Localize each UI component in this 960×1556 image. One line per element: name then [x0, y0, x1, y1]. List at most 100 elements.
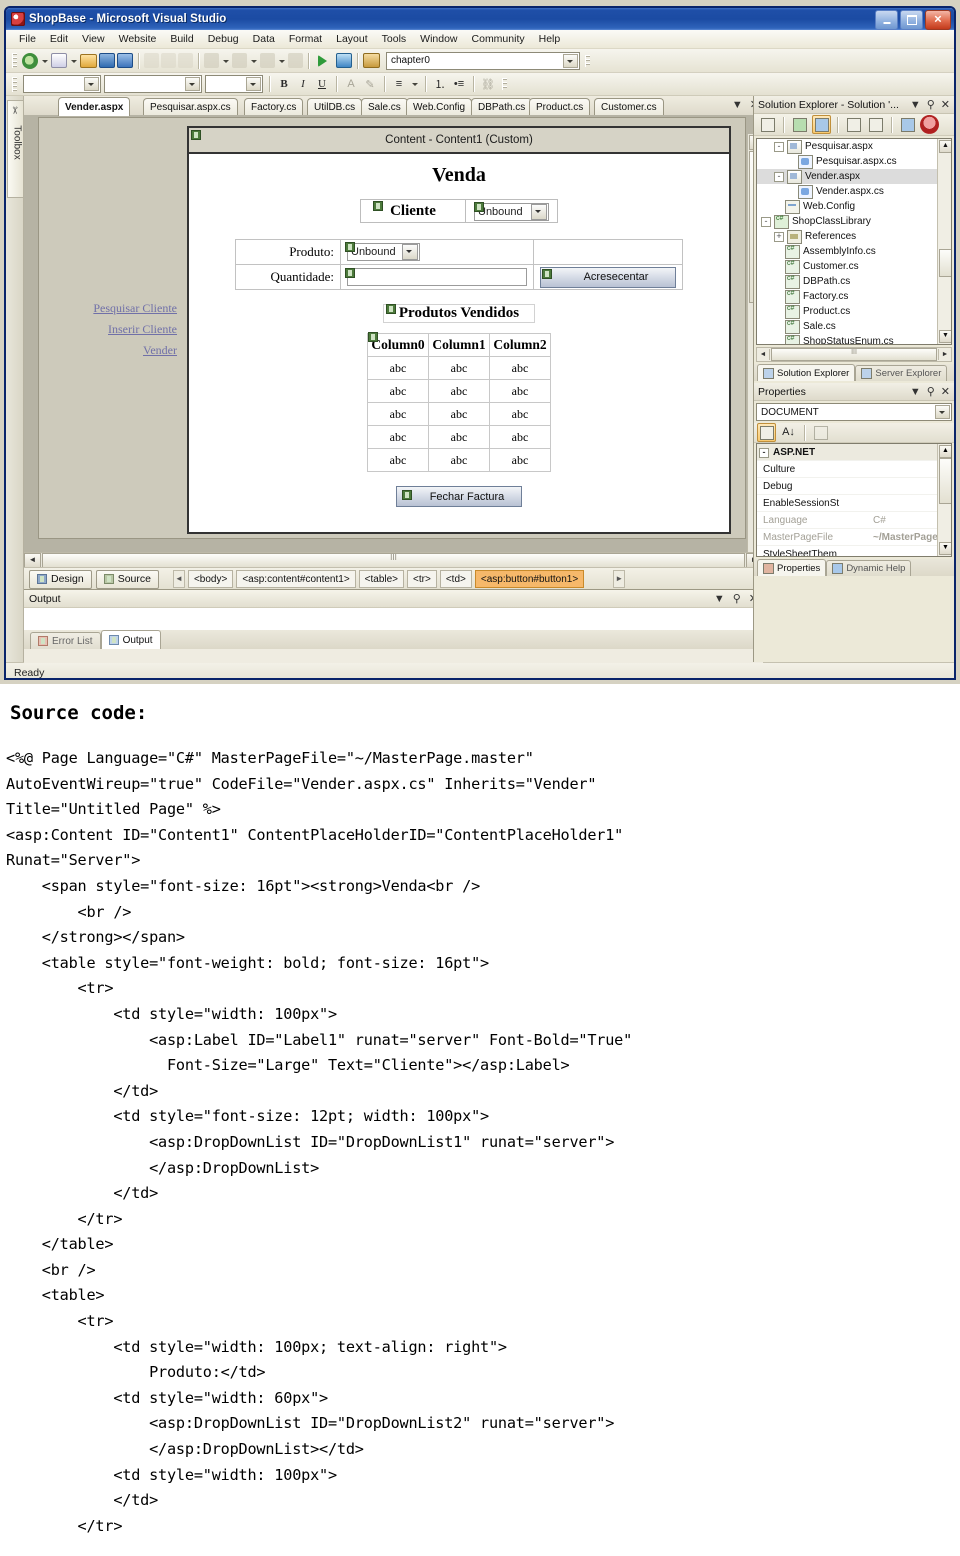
copy-icon[interactable]	[161, 53, 176, 68]
property-row-stylesheetthem[interactable]: StyleSheetThem	[757, 546, 951, 557]
menu-tools[interactable]: Tools	[375, 32, 414, 46]
property-pages-icon[interactable]	[811, 423, 830, 442]
source-view-button[interactable]: Source	[95, 569, 159, 589]
tree-node-customer-cs[interactable]: Customer.cs	[757, 259, 951, 274]
bullet-list-icon[interactable]: •≡	[451, 78, 467, 90]
italic-button[interactable]: I	[295, 78, 311, 90]
output-pin-icon[interactable]: ⚲	[733, 592, 741, 605]
acrescentar-button[interactable]: Acresecentar	[540, 266, 676, 288]
align-icon[interactable]: ≡	[391, 78, 407, 90]
show-all-files-icon[interactable]	[790, 115, 809, 134]
properties-dropdown-icon[interactable]: ▼	[910, 386, 921, 398]
link-pesquisar-cliente[interactable]: Pesquisar Cliente	[57, 298, 177, 319]
redo-dropdown-icon[interactable]	[249, 52, 258, 70]
chevron-down-icon[interactable]	[935, 405, 950, 419]
menu-community[interactable]: Community	[465, 32, 532, 46]
collapse-icon[interactable]: -	[759, 447, 769, 458]
scroll-left-icon[interactable]: ◄	[24, 553, 41, 568]
crumb-body[interactable]: <body>	[187, 570, 234, 588]
output-dropdown-icon[interactable]: ▼	[714, 593, 725, 605]
property-row-asp-net[interactable]: - ASP.NET	[757, 444, 951, 461]
scroll-left-icon[interactable]: ◄	[757, 349, 770, 360]
solution-explorer-close-icon[interactable]: ✕	[941, 98, 950, 111]
tab-list-dropdown-icon[interactable]: ▼	[732, 99, 743, 111]
tree-node-product-cs[interactable]: Product.cs	[757, 304, 951, 319]
property-row-language[interactable]: Language C#	[757, 512, 951, 529]
tab-web-config[interactable]: Web.Config	[406, 98, 473, 115]
undo-icon[interactable]	[204, 53, 219, 68]
toolbar-overflow-grip[interactable]	[585, 54, 590, 67]
asp-config-icon[interactable]	[920, 115, 939, 134]
tree-scroll-thumb[interactable]	[939, 249, 951, 277]
cut-icon[interactable]	[144, 53, 159, 68]
paste-icon[interactable]	[178, 53, 193, 68]
collapse-icon[interactable]: -	[761, 216, 771, 227]
tree-vertical-scrollbar[interactable]: ▲ ▼	[937, 139, 951, 344]
menu-data[interactable]: Data	[246, 32, 282, 46]
link-vender[interactable]: Vender	[57, 340, 177, 361]
tree-node-sale-cs[interactable]: Sale.cs	[757, 319, 951, 334]
start-debug-icon[interactable]	[318, 54, 328, 67]
property-row-masterpagefile[interactable]: MasterPageFile ~/MasterPage.	[757, 529, 951, 546]
tree-horizontal-scrollbar[interactable]: ◄ III ►	[756, 347, 952, 362]
solution-tree[interactable]: - Pesquisar.aspx Pesquisar.aspx.cs - Vender.…	[756, 138, 952, 345]
designer-horizontal-scrollbar[interactable]: ◄ ►	[24, 552, 763, 568]
tab-pesquisar-aspx-cs[interactable]: Pesquisar.aspx.cs	[143, 98, 238, 115]
tab-server-explorer[interactable]: Server Explorer	[855, 365, 948, 381]
properties-object-combo[interactable]: DOCUMENT	[756, 403, 952, 421]
view-designer-icon[interactable]	[866, 115, 885, 134]
refresh-icon[interactable]	[336, 53, 352, 68]
horizontal-scroll-thumb[interactable]	[42, 553, 745, 568]
copy-web-site-icon[interactable]	[898, 115, 917, 134]
toolbar-grip[interactable]	[12, 53, 17, 68]
properties-icon[interactable]	[758, 115, 777, 134]
scroll-down-icon[interactable]: ▼	[939, 330, 951, 343]
crumb-table[interactable]: <table>	[358, 570, 405, 588]
properties-vertical-scrollbar[interactable]: ▲ ▼	[937, 444, 951, 556]
tree-node-dbpath-cs[interactable]: DBPath.cs	[757, 274, 951, 289]
format-toolbar-grip[interactable]	[12, 76, 17, 92]
tab-customer-cs[interactable]: Customer.cs	[594, 98, 664, 115]
scroll-up-icon[interactable]: ▲	[939, 140, 951, 153]
fore-color-icon[interactable]: A	[343, 78, 359, 90]
crumb-next-icon[interactable]: ►	[613, 570, 626, 588]
collapse-icon[interactable]: -	[774, 171, 784, 182]
solution-config-icon[interactable]	[363, 53, 380, 68]
minimize-button[interactable]	[875, 10, 898, 30]
menu-build[interactable]: Build	[163, 32, 200, 46]
expand-icon[interactable]: +	[774, 231, 784, 242]
tab-utildb-cs[interactable]: UtilDB.cs	[307, 98, 363, 115]
chevron-down-icon[interactable]	[246, 77, 261, 91]
design-view-button[interactable]: Design	[29, 569, 92, 589]
tab-properties[interactable]: Properties	[757, 559, 827, 576]
alphabetical-icon[interactable]: A↓	[779, 423, 798, 442]
navigate-back-icon[interactable]	[260, 53, 275, 68]
format-overflow-grip[interactable]	[502, 78, 507, 90]
new-project-dropdown-icon[interactable]	[40, 52, 49, 70]
tree-node-vender-aspx-cs[interactable]: Vender.aspx.cs	[757, 184, 951, 199]
menu-window[interactable]: Window	[413, 32, 464, 46]
tab-product-cs[interactable]: Product.cs	[529, 98, 591, 115]
quantidade-input[interactable]	[347, 268, 527, 286]
open-file-icon[interactable]	[80, 53, 97, 68]
fechar-factura-button[interactable]: Fechar Factura	[396, 486, 522, 507]
navigate-back-dropdown-icon[interactable]	[277, 52, 286, 70]
back-color-icon[interactable]: ✎	[362, 78, 378, 91]
properties-scroll-thumb[interactable]	[939, 458, 951, 504]
add-item-icon[interactable]	[51, 53, 67, 68]
add-item-dropdown-icon[interactable]	[69, 52, 78, 70]
tree-node-vender-aspx[interactable]: - Vender.aspx	[757, 169, 951, 184]
tree-node-shopclasslibrary[interactable]: - ShopClassLibrary	[757, 214, 951, 229]
scroll-up-icon[interactable]: ▲	[939, 445, 951, 458]
bold-button[interactable]: B	[276, 78, 292, 90]
chevron-down-icon[interactable]	[402, 244, 418, 260]
menu-website[interactable]: Website	[112, 32, 164, 46]
crumb-td[interactable]: <td>	[439, 570, 472, 588]
navigate-forward-icon[interactable]	[288, 53, 303, 68]
scroll-down-icon[interactable]: ▼	[939, 542, 951, 555]
refresh-icon[interactable]	[812, 115, 831, 134]
tab-factory-cs[interactable]: Factory.cs	[244, 98, 304, 115]
save-icon[interactable]	[99, 53, 115, 68]
tree-node-web-config[interactable]: Web.Config	[757, 199, 951, 214]
save-all-icon[interactable]	[117, 53, 133, 68]
